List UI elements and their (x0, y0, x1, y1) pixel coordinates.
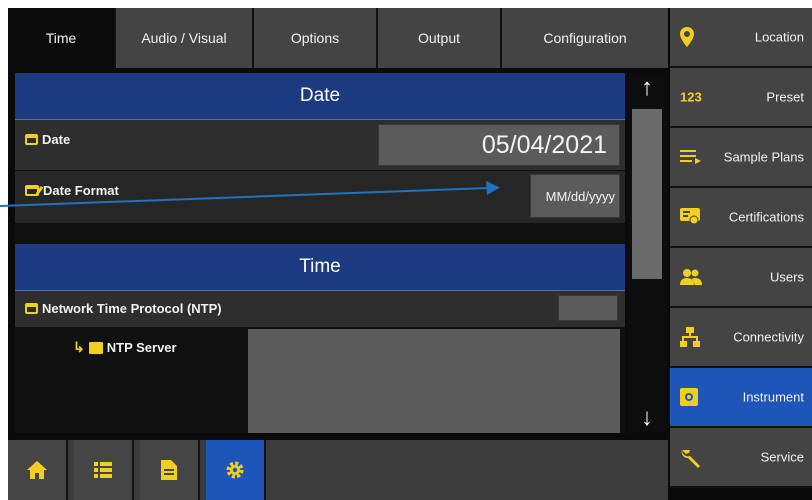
right-sidebar: Location 123 Preset Sample Plans Certifi… (670, 8, 812, 488)
annotation-arrow (0, 181, 500, 207)
gear-icon (226, 461, 244, 479)
list-arrow-icon (680, 150, 701, 164)
ntp-label: Network Time Protocol (NTP) (42, 301, 222, 316)
settings-button[interactable] (206, 440, 266, 500)
sidebar-item-connectivity[interactable]: Connectivity (670, 308, 812, 368)
date-format-value: MM/dd/yyyy (545, 188, 615, 204)
sidebar-item-certifications[interactable]: Certifications (670, 188, 812, 248)
document-button[interactable] (140, 440, 200, 500)
time-section-header: Time (15, 244, 625, 291)
wrench-icon (681, 450, 700, 468)
sidebar-item-location[interactable]: Location (670, 8, 812, 68)
ntp-server-field[interactable] (248, 329, 620, 433)
scroll-down-button[interactable]: ↓ (628, 403, 666, 433)
network-icon (680, 327, 700, 347)
home-icon (27, 461, 47, 479)
date-format-field[interactable]: MM/dd/yyyy (530, 174, 620, 218)
sidebar-item-label: Connectivity (733, 329, 804, 345)
section-title: Time (299, 256, 341, 277)
sidebar-item-label: Service (760, 449, 804, 465)
scrollbar[interactable]: ↑ ↓ (628, 73, 666, 433)
ntp-server-row-label: ↳ NTP Server (73, 339, 177, 356)
certificate-icon (680, 208, 700, 225)
sidebar-item-label: Preset (766, 89, 804, 105)
users-icon (680, 269, 702, 285)
calendar-clock-icon (25, 303, 38, 314)
list-button[interactable] (74, 440, 134, 500)
ntp-server-row: ↳ NTP Server (15, 329, 625, 433)
bottom-toolbar (8, 440, 668, 500)
instrument-gear-icon (680, 388, 698, 406)
sidebar-item-service[interactable]: Service (670, 428, 812, 488)
tab-label: Configuration (543, 30, 627, 46)
sidebar-item-sample-plans[interactable]: Sample Plans (670, 128, 812, 188)
sidebar-item-label: Sample Plans (723, 149, 804, 165)
tab-configuration[interactable]: Configuration (502, 8, 668, 68)
sidebar-item-label: Instrument (742, 389, 804, 405)
123-icon: 123 (680, 89, 702, 105)
sidebar-item-label: Location (754, 29, 804, 45)
list-icon (94, 462, 112, 478)
sidebar-item-label: Users (770, 269, 804, 285)
ntp-server-label: NTP Server (106, 340, 177, 355)
sidebar-item-instrument[interactable]: Instrument (670, 368, 812, 428)
location-pin-icon (680, 27, 694, 47)
ntp-row-label: Network Time Protocol (NTP) (25, 301, 222, 316)
server-icon (88, 341, 103, 354)
home-button[interactable] (8, 440, 68, 500)
ntp-row: Network Time Protocol (NTP) (15, 291, 625, 327)
arrow-down-icon: ↓ (641, 404, 653, 431)
sidebar-item-label: Certifications (728, 209, 804, 225)
scroll-thumb[interactable] (632, 109, 662, 279)
arrow-up-icon: ↑ (641, 74, 653, 101)
sidebar-item-preset[interactable]: 123 Preset (670, 68, 812, 128)
scroll-up-button[interactable]: ↑ (628, 73, 666, 103)
sidebar-item-users[interactable]: Users (670, 248, 812, 308)
ntp-toggle[interactable] (558, 295, 618, 321)
document-icon (161, 460, 177, 480)
sub-item-arrow-icon: ↳ (73, 339, 85, 355)
